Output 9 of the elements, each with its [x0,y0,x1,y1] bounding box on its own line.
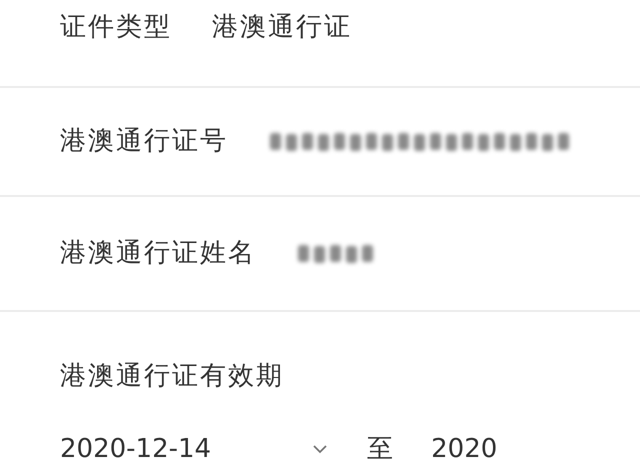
end-date[interactable]: 2020 [431,430,498,465]
field-label: 港澳通行证号 [60,125,228,158]
field-label: 证件类型 [60,10,172,44]
chevron-down-icon[interactable] [313,445,328,454]
start-date[interactable]: 2020-12-14 [60,430,212,465]
field-label: 港澳通行证有效期 [60,361,284,391]
field-value: 港澳通行证 [212,10,352,44]
field-label: 港澳通行证姓名 [60,237,256,270]
separator-text: 至 [367,433,396,465]
